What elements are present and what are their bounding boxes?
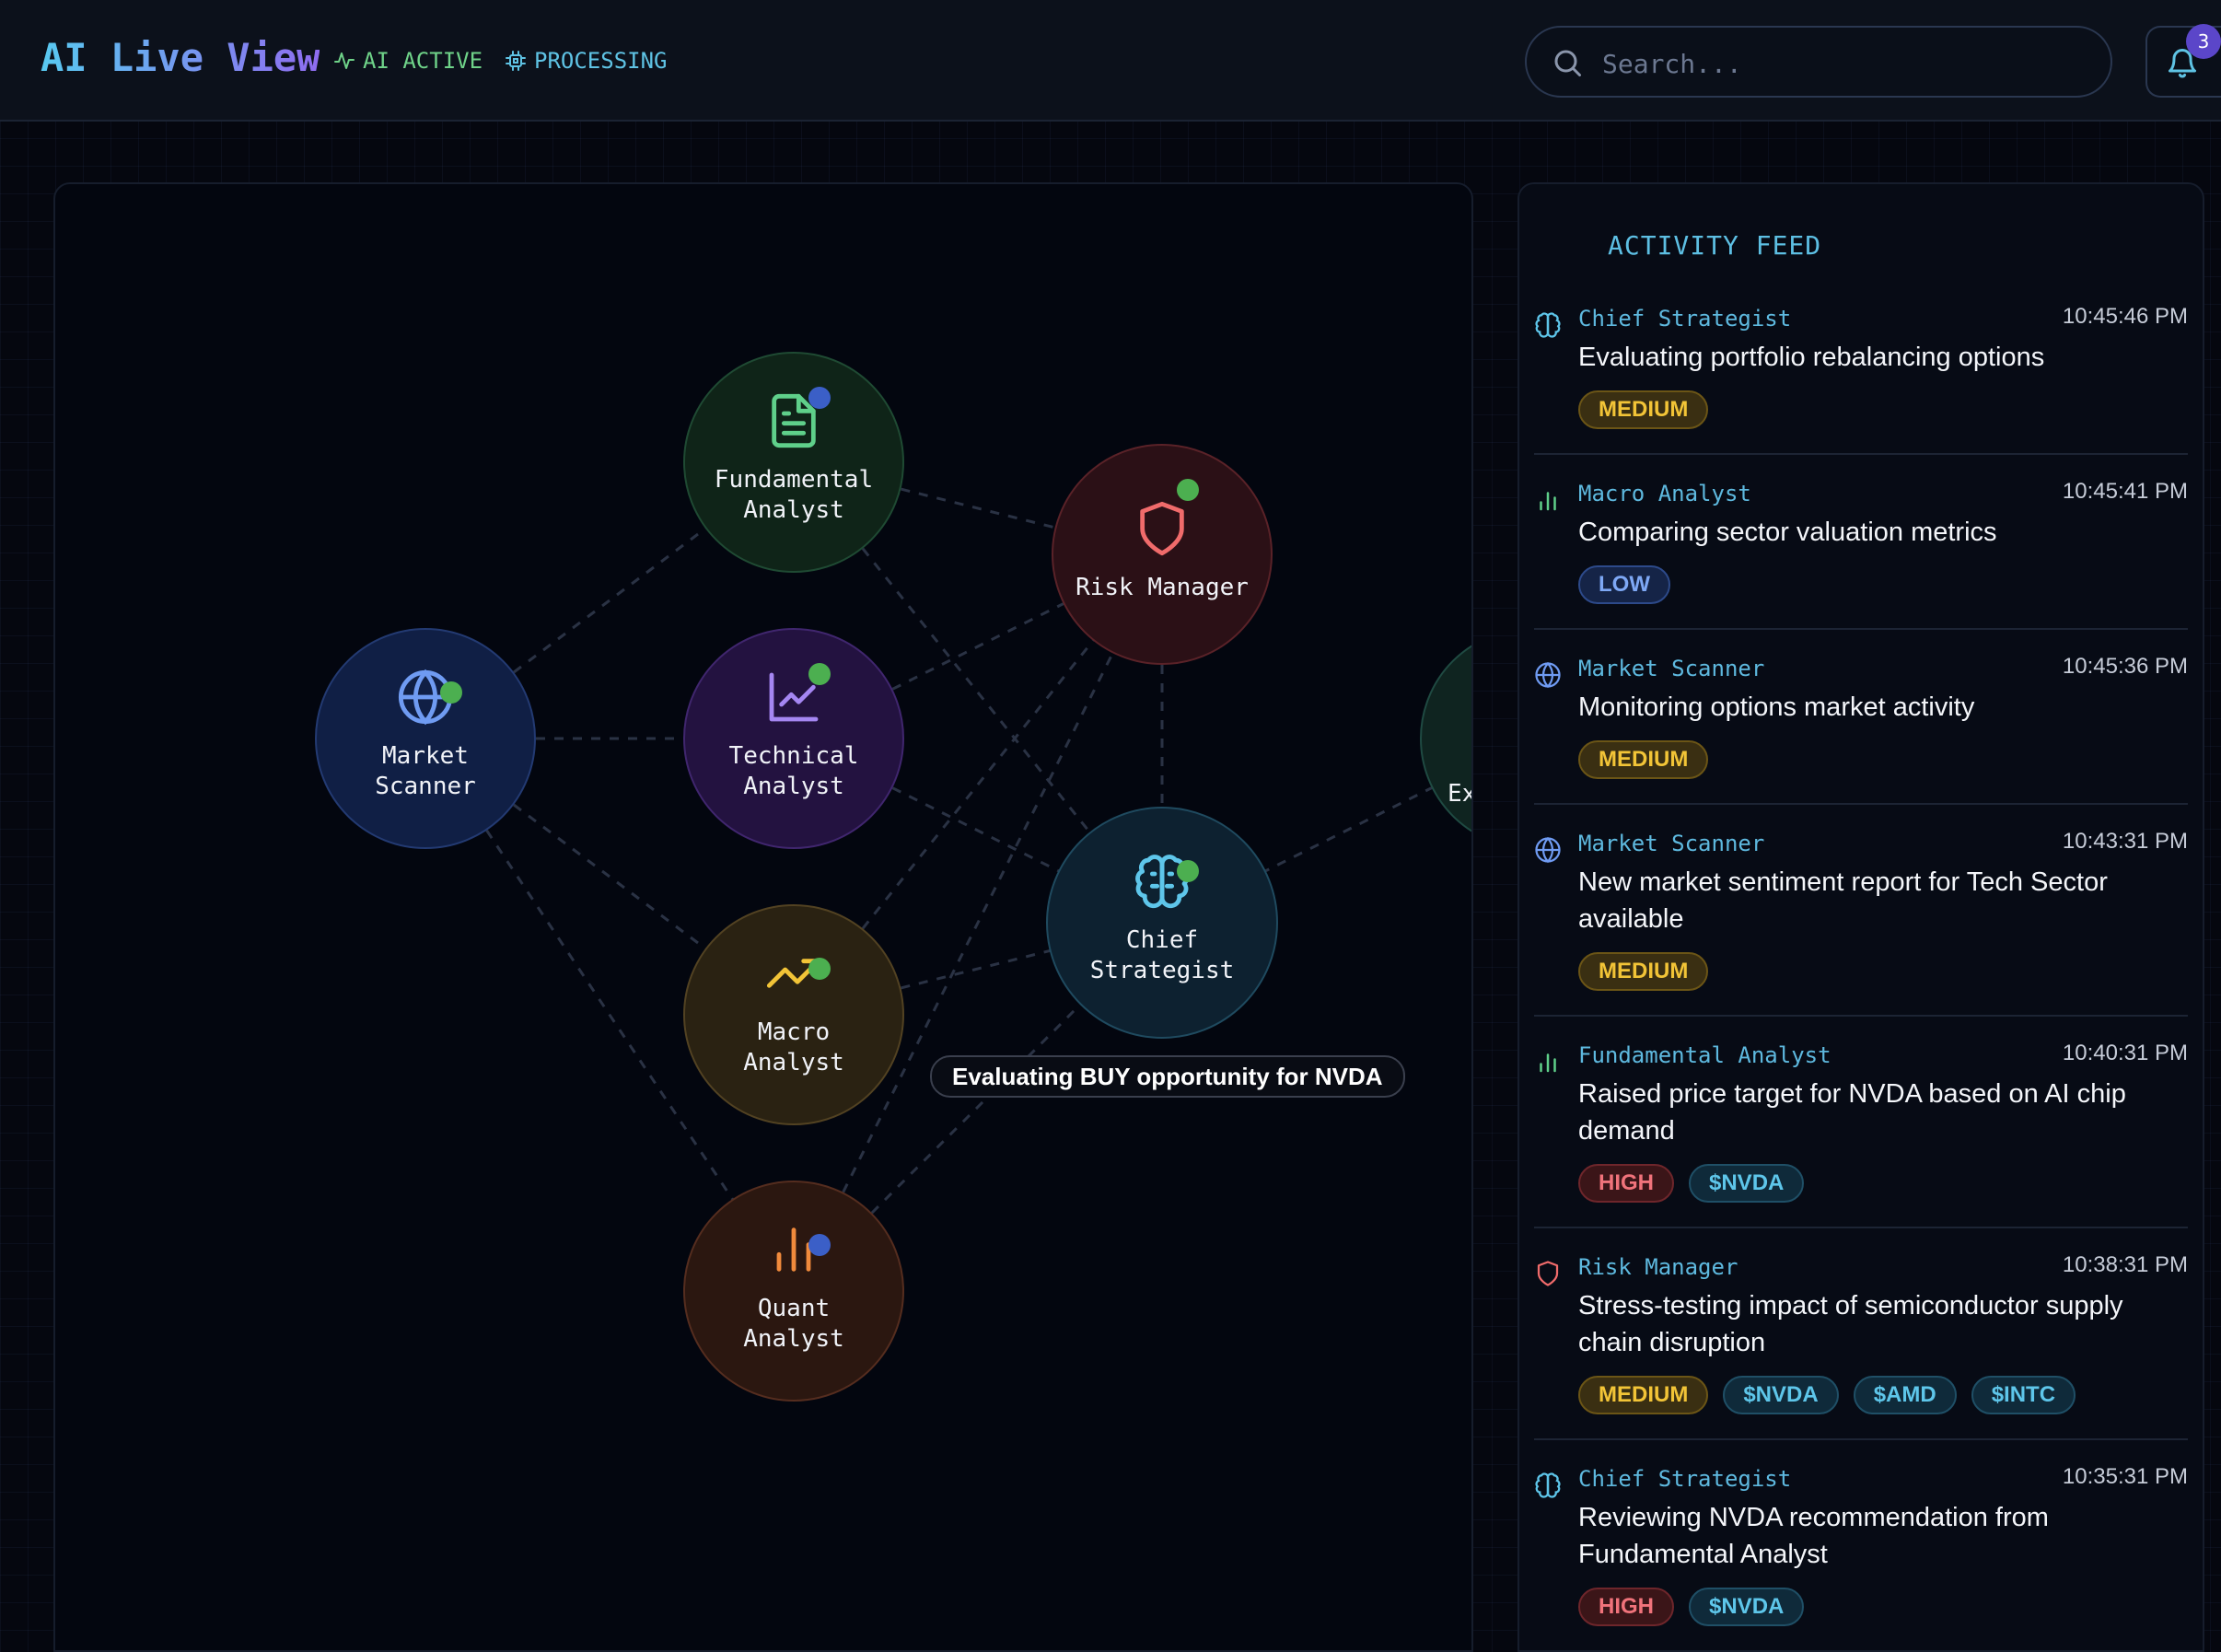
- bar-chart-icon: [1540, 1053, 1556, 1073]
- shield-icon: [1537, 1261, 1559, 1286]
- ticker-tag[interactable]: $NVDA: [1689, 1164, 1805, 1203]
- agent-node-macro-analyst[interactable]: Macro Analyst: [683, 904, 904, 1125]
- agent-node-label: Ex: [1448, 779, 1471, 808]
- cpu-icon: [506, 51, 526, 71]
- priority-tag[interactable]: MEDIUM: [1578, 952, 1709, 991]
- ai-active-label: AI ACTIVE: [363, 48, 483, 74]
- feed-tags: MEDIUM $NVDA $AMD $INTC: [1578, 1376, 2076, 1414]
- feed-item[interactable]: Fundamental Analyst 10:40:31 PM Raised p…: [1534, 1030, 2188, 1228]
- shield-icon: [1140, 501, 1184, 555]
- feed-timestamp: 10:45:46 PM: [2062, 304, 2188, 329]
- activity-icon: [334, 52, 355, 69]
- agent-node-market-scanner[interactable]: Market Scanner: [315, 628, 536, 849]
- ticker-tag[interactable]: $NVDA: [1689, 1588, 1805, 1626]
- globe-icon: [1535, 836, 1561, 864]
- app-title: AI Live View: [41, 35, 320, 80]
- ticker-tag[interactable]: $INTC: [1971, 1376, 2076, 1414]
- agent-node-label: Fundamental Analyst: [714, 466, 874, 524]
- feed-tags: HIGH $NVDA: [1578, 1164, 1805, 1203]
- ai-active-status: AI ACTIVE: [333, 48, 483, 74]
- feed-tags: MEDIUM: [1578, 740, 1709, 779]
- feed-message: Stress-testing impact of semiconductor s…: [1578, 1291, 2123, 1357]
- feed-timestamp: 10:43:31 PM: [2062, 829, 2188, 854]
- agent-node-technical-analyst[interactable]: Technical Analyst: [683, 628, 904, 849]
- agent-status-dot: [808, 1234, 831, 1256]
- agent-status-dot: [440, 681, 462, 704]
- feed-message: Evaluating portfolio rebalancing options: [1578, 343, 2045, 372]
- activity-feed-panel: ACTIVITY FEED Chief Strategist 10:45:46 …: [1517, 182, 2204, 1652]
- feed-agent-name: Macro Analyst: [1578, 481, 1751, 506]
- feed-agent-name: Market Scanner: [1578, 656, 1765, 681]
- notifications-button[interactable]: 3: [2145, 24, 2221, 98]
- agent-node-risk-manager[interactable]: Risk Manager: [1052, 444, 1273, 665]
- brain-icon: [1535, 1472, 1561, 1498]
- agent-node-label: Chief Strategist: [1089, 926, 1235, 984]
- priority-tag[interactable]: LOW: [1578, 565, 1670, 604]
- feed-item[interactable]: Chief Strategist 10:45:46 PM Evaluating …: [1534, 293, 2188, 455]
- priority-tag[interactable]: MEDIUM: [1578, 740, 1709, 779]
- feed-timestamp: 10:38:31 PM: [2062, 1252, 2188, 1277]
- feed-timestamp: 10:35:31 PM: [2062, 1464, 2188, 1489]
- feed-tags: MEDIUM: [1578, 952, 1709, 991]
- feed-agent-name: Chief Strategist: [1578, 306, 1792, 332]
- feed-timestamp: 10:40:31 PM: [2062, 1041, 2188, 1065]
- agent-status-dot: [808, 958, 831, 980]
- feed-agent-name: Risk Manager: [1578, 1254, 1738, 1280]
- priority-tag[interactable]: HIGH: [1578, 1588, 1674, 1626]
- brain-icon: [1535, 312, 1561, 338]
- bar-chart-icon: [1540, 492, 1556, 511]
- agent-node-chief-strategist[interactable]: Chief Strategist: [1046, 807, 1278, 1039]
- agent-node-label: Macro Analyst: [743, 1018, 844, 1076]
- feed-message: Monitoring options market activity: [1578, 692, 1975, 722]
- agent-status-dot: [808, 387, 831, 409]
- agent-node-label: Quant Analyst: [743, 1295, 844, 1353]
- agent-status-dot: [1177, 860, 1199, 882]
- feed-agent-name: Fundamental Analyst: [1578, 1042, 1831, 1068]
- agent-node-label: Market Scanner: [375, 742, 476, 800]
- globe-icon: [1535, 661, 1561, 689]
- feed-tags: MEDIUM: [1578, 390, 1709, 429]
- feed-item[interactable]: Chief Strategist 10:35:31 PM Reviewing N…: [1534, 1453, 2188, 1650]
- search-input[interactable]: [1600, 42, 2083, 85]
- ticker-tag[interactable]: $AMD: [1853, 1376, 1957, 1414]
- feed-item[interactable]: Market Scanner 10:43:31 PM New market se…: [1534, 818, 2188, 1017]
- chief-strategist-thought-bubble: Evaluating BUY opportunity for NVDA: [930, 1055, 1405, 1098]
- feed-agent-name: Market Scanner: [1578, 831, 1765, 856]
- processing-status: PROCESSING: [505, 48, 668, 74]
- agent-node-label: Technical Analyst: [728, 742, 859, 800]
- feed-message: Reviewing NVDA recommendation from Funda…: [1578, 1503, 2049, 1569]
- feed-message: Raised price target for NVDA based on AI…: [1578, 1079, 2126, 1146]
- top-header: AI Live View AI ACTIVE PROCESSING 3: [0, 0, 2221, 122]
- priority-tag[interactable]: MEDIUM: [1578, 390, 1709, 429]
- search-icon: [1554, 50, 1581, 76]
- feed-message: New market sentiment report for Tech Sec…: [1578, 867, 2108, 934]
- processing-label: PROCESSING: [534, 48, 668, 74]
- feed-tags: HIGH $NVDA: [1578, 1588, 1805, 1626]
- agent-status-dot: [1177, 479, 1199, 501]
- agent-node-fundamental-analyst[interactable]: Fundamental Analyst: [683, 352, 904, 573]
- feed-item[interactable]: Risk Manager 10:38:31 PM Stress-testing …: [1534, 1241, 2188, 1440]
- priority-tag[interactable]: HIGH: [1578, 1164, 1674, 1203]
- feed-item[interactable]: Macro Analyst 10:45:41 PM Comparing sect…: [1534, 468, 2188, 630]
- feed-timestamp: 10:45:41 PM: [2062, 479, 2188, 504]
- feed-item[interactable]: Market Scanner 10:45:36 PM Monitoring op…: [1534, 643, 2188, 805]
- priority-tag[interactable]: MEDIUM: [1578, 1376, 1709, 1414]
- feed-tags: LOW: [1578, 565, 1670, 604]
- feed-agent-name: Chief Strategist: [1578, 1466, 1792, 1492]
- agent-status-dot: [808, 663, 831, 685]
- ticker-tag[interactable]: $NVDA: [1723, 1376, 1839, 1414]
- search-box[interactable]: [1525, 26, 2112, 98]
- agent-node-label: Risk Manager: [1076, 573, 1249, 601]
- feed-timestamp: 10:45:36 PM: [2062, 654, 2188, 679]
- notification-count-badge: 3: [2186, 24, 2221, 59]
- activity-feed-title: ACTIVITY FEED: [1608, 230, 1822, 261]
- agent-node-quant-analyst[interactable]: Quant Analyst: [683, 1181, 904, 1402]
- feed-message: Comparing sector valuation metrics: [1578, 518, 1997, 547]
- agent-network-panel: Fundamental Analyst Risk Manager Market …: [53, 182, 1473, 1652]
